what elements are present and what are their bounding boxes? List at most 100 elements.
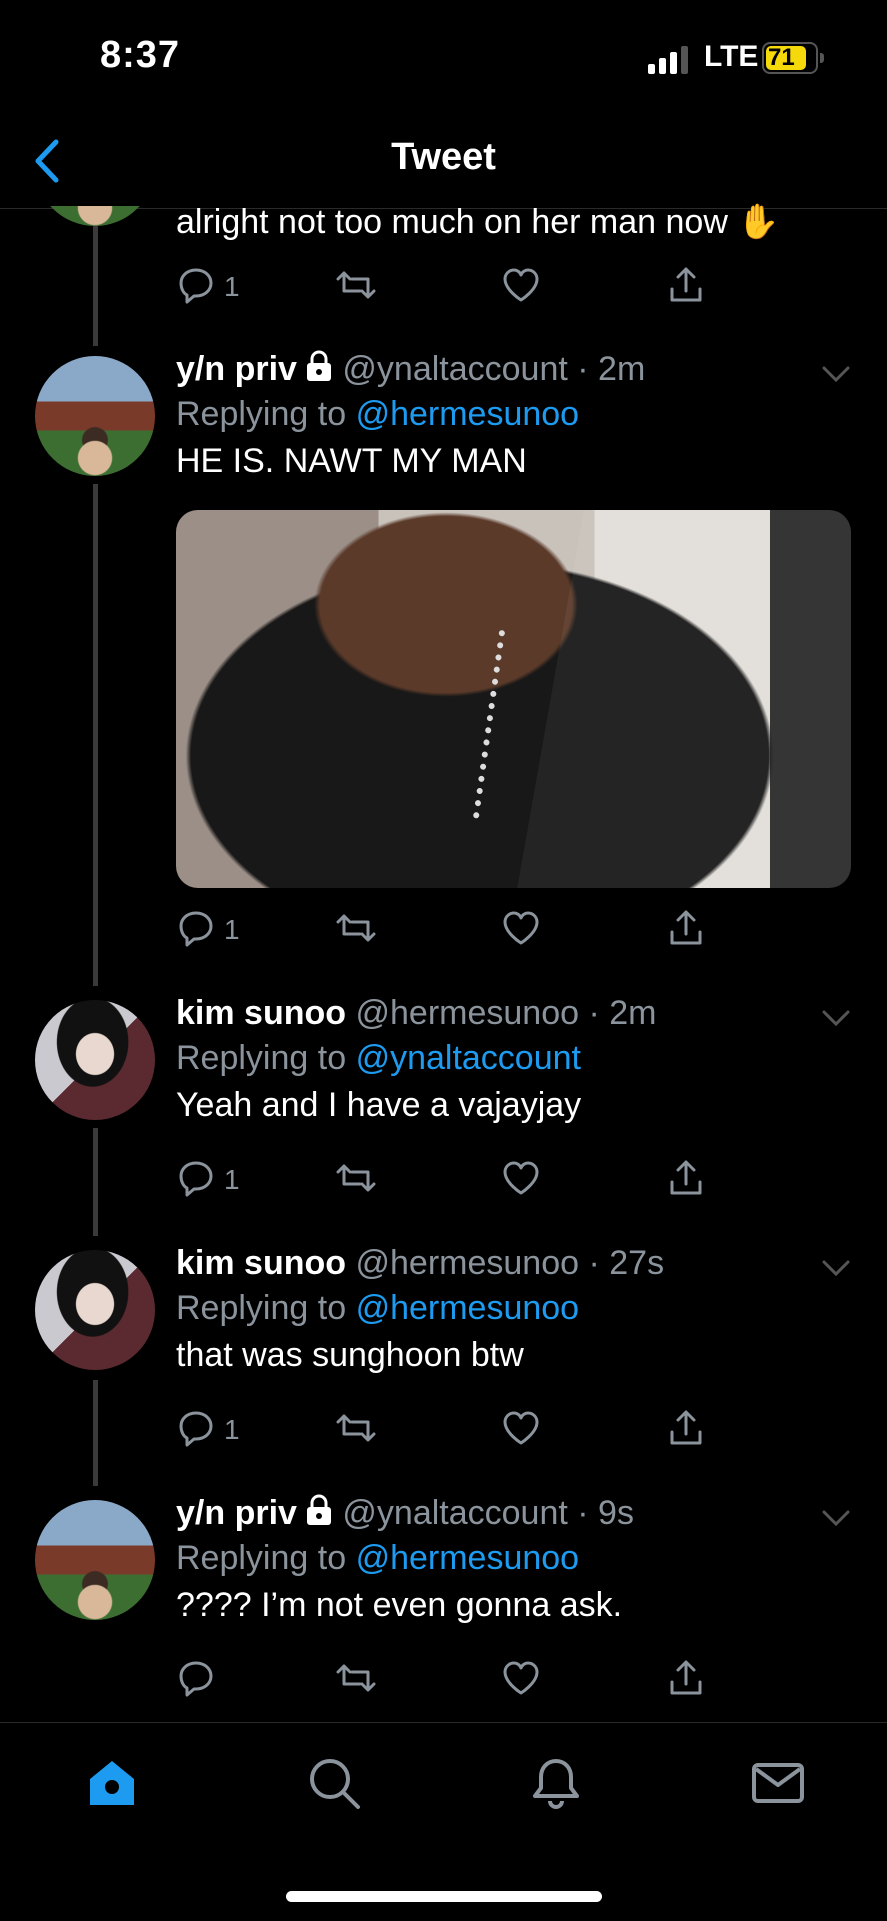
mention-link[interactable]: @hermesunoo: [356, 395, 580, 433]
separator: ·: [588, 994, 600, 1032]
like-icon: [503, 911, 539, 945]
avatar[interactable]: [35, 1000, 155, 1120]
like-button[interactable]: [501, 1408, 541, 1452]
handle: @ynaltaccount: [342, 1494, 568, 1532]
chevron-down-icon[interactable]: [821, 1258, 851, 1278]
reply-button[interactable]: 1: [176, 265, 240, 309]
retweet-button[interactable]: [336, 908, 376, 952]
handle: @hermesunoo: [355, 1244, 580, 1282]
reply-button[interactable]: [176, 1658, 216, 1702]
separator: ·: [588, 1244, 600, 1282]
reply-icon: [179, 268, 213, 304]
share-icon: [670, 267, 702, 302]
reply-icon: [179, 911, 213, 947]
reply-count: 1: [224, 1164, 240, 1195]
display-name: y/n priv: [176, 350, 297, 388]
retweet-button[interactable]: [336, 1408, 376, 1452]
share-button[interactable]: [666, 1408, 706, 1452]
lock-icon: [306, 1494, 331, 1525]
separator: ·: [577, 1494, 589, 1532]
reply-button[interactable]: 1: [176, 908, 240, 952]
retweet-button[interactable]: [336, 265, 376, 309]
timestamp: 9s: [598, 1494, 634, 1532]
display-name: kim sunoo: [176, 994, 347, 1032]
tweet-top[interactable]: alright not too much on her man now ✋: [176, 202, 851, 242]
like-icon: [503, 1161, 539, 1195]
display-name: y/n priv: [176, 1494, 297, 1532]
like-button[interactable]: [501, 1158, 541, 1202]
chevron-down-icon[interactable]: [821, 1008, 851, 1028]
share-button[interactable]: [666, 265, 706, 309]
tweet[interactable]: kim sunoo @hermesunoo · 2m Replying to @…: [176, 994, 851, 1125]
share-icon: [670, 910, 702, 945]
replying-to: Replying to @hermesunoo: [176, 395, 580, 433]
tweet-text: Yeah and I have a vajayjay: [176, 1086, 582, 1124]
replying-to: Replying to @hermesunoo: [176, 1539, 580, 1577]
tweet[interactable]: y/n priv @ynaltaccount · 9s Replying to …: [176, 1494, 851, 1625]
like-icon: [503, 1661, 539, 1695]
tweet[interactable]: y/n priv @ynaltaccount · 2m Replying to …: [176, 350, 851, 481]
handle: @hermesunoo: [355, 994, 580, 1032]
tweet-text: HE IS. NAWT MY MAN: [176, 442, 527, 480]
tweet-text: that was sunghoon btw: [176, 1336, 524, 1374]
like-button[interactable]: [501, 265, 541, 309]
mention-link[interactable]: @hermesunoo: [356, 1289, 580, 1327]
tweet-media[interactable]: [176, 510, 851, 888]
like-icon: [503, 268, 539, 302]
reply-count: 1: [224, 271, 240, 302]
chevron-down-icon[interactable]: [821, 364, 851, 384]
retweet-button[interactable]: [336, 1658, 376, 1702]
chevron-down-icon[interactable]: [821, 1508, 851, 1528]
mention-link[interactable]: @ynaltaccount: [356, 1039, 581, 1077]
reply-icon: [179, 1411, 213, 1447]
notifications-icon[interactable]: [528, 1755, 584, 1811]
display-name: kim sunoo: [176, 1244, 347, 1282]
share-button[interactable]: [666, 1658, 706, 1702]
share-button[interactable]: [666, 1158, 706, 1202]
avatar[interactable]: [35, 356, 155, 476]
reply-button[interactable]: 1: [176, 1408, 240, 1452]
tweet-actions: 1: [176, 908, 702, 952]
nav-header: Tweet: [0, 118, 887, 209]
like-button[interactable]: [501, 908, 541, 952]
page-title: Tweet: [391, 136, 496, 178]
retweet-icon: [336, 271, 376, 299]
tweet-actions: 1: [176, 265, 702, 309]
thread-line: [93, 1380, 98, 1486]
tweet-actions: 1: [176, 1408, 702, 1452]
avatar[interactable]: [35, 1500, 155, 1620]
reply-button[interactable]: 1: [176, 1158, 240, 1202]
like-icon: [503, 1411, 539, 1445]
thread-line: [93, 212, 98, 346]
replying-to: Replying to @hermesunoo: [176, 1289, 580, 1327]
avatar[interactable]: [35, 1250, 155, 1370]
tweet-actions: [176, 1658, 702, 1702]
separator: ·: [577, 350, 589, 388]
like-button[interactable]: [501, 1658, 541, 1702]
lock-icon: [306, 350, 331, 381]
battery-icon: 71: [762, 42, 824, 74]
timestamp: 2m: [609, 994, 657, 1032]
tweet-actions: 1: [176, 1158, 702, 1202]
retweet-button[interactable]: [336, 1158, 376, 1202]
home-icon[interactable]: [84, 1755, 140, 1811]
signal-icon: [648, 46, 688, 74]
retweet-icon: [336, 1414, 376, 1442]
thread-line: [93, 1128, 98, 1236]
timestamp: 2m: [598, 350, 646, 388]
retweet-icon: [336, 1664, 376, 1692]
tweet-text: alright not too much on her man now ✋: [176, 203, 780, 241]
network-type: LTE: [704, 40, 759, 73]
share-button[interactable]: [666, 908, 706, 952]
tweet[interactable]: kim sunoo @hermesunoo · 27s Replying to …: [176, 1244, 851, 1375]
thread-line: [93, 484, 98, 986]
status-bar: 8:37 LTE 71: [0, 0, 887, 110]
home-indicator: [286, 1891, 602, 1902]
retweet-icon: [336, 914, 376, 942]
share-icon: [670, 1660, 702, 1695]
mention-link[interactable]: @hermesunoo: [356, 1539, 580, 1577]
reply-icon: [179, 1161, 213, 1197]
share-icon: [670, 1160, 702, 1195]
messages-icon[interactable]: [750, 1755, 806, 1811]
search-icon[interactable]: [306, 1755, 362, 1811]
